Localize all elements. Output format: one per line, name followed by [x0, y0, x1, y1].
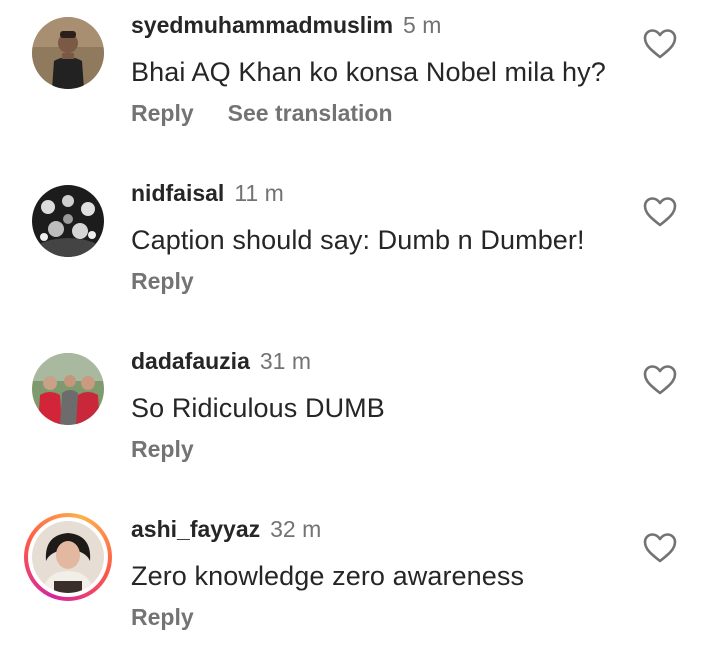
- username[interactable]: dadafauzia: [131, 348, 250, 374]
- heart-outline-icon[interactable]: [642, 28, 678, 60]
- username[interactable]: syedmuhammadmuslim: [131, 12, 393, 38]
- avatar-image: [32, 353, 104, 425]
- comment-actions: Reply: [131, 603, 194, 631]
- timestamp: 32 m: [270, 516, 322, 542]
- avatar[interactable]: [32, 353, 104, 425]
- see-translation-button[interactable]: See translation: [228, 100, 393, 126]
- timestamp: 31 m: [259, 348, 312, 374]
- story-ring[interactable]: [24, 513, 112, 601]
- reply-button[interactable]: Reply: [131, 604, 194, 630]
- comment-item: ashi_fayyaz 32 m Zero knowledge zero awar…: [0, 504, 720, 668]
- comment-header: nidfaisal 11 m: [131, 179, 284, 207]
- avatar-image: [32, 17, 104, 89]
- comment-text: Bhai AQ Khan ko konsa Nobel mila hy?: [131, 57, 606, 87]
- comment-item: nidfaisal 11 m Caption should say: Dumb n…: [0, 168, 720, 336]
- heart-outline-icon[interactable]: [642, 196, 678, 228]
- comment-text: So Ridiculous DUMB: [131, 393, 385, 423]
- comment-text: Zero knowledge zero awareness: [131, 561, 525, 591]
- comment-actions: Reply: [131, 267, 194, 295]
- reply-button[interactable]: Reply: [131, 100, 194, 126]
- avatar[interactable]: [32, 185, 104, 257]
- comment-header: ashi_fayyaz 32 m: [131, 515, 321, 543]
- heart-outline-icon[interactable]: [642, 532, 678, 564]
- timestamp: 5 m: [403, 12, 442, 38]
- comment-actions: Reply: [131, 435, 194, 463]
- timestamp: 11 m: [234, 180, 284, 206]
- avatar-image: [32, 185, 104, 257]
- comment-item: syedmuhammadmuslim 5 m Bhai AQ Khan ko ko…: [0, 0, 720, 168]
- avatar[interactable]: [32, 17, 104, 89]
- comment-header: dadafauzia 31 m: [131, 347, 311, 375]
- username[interactable]: nidfaisal: [131, 180, 224, 206]
- username[interactable]: ashi_fayyaz: [131, 516, 260, 542]
- avatar[interactable]: [32, 521, 104, 593]
- avatar-image: [32, 521, 104, 593]
- reply-button[interactable]: Reply: [131, 268, 194, 294]
- comment-item: dadafauzia 31 m So Ridiculous DUMB Reply: [0, 336, 720, 504]
- comment-actions: Reply See translation: [131, 99, 393, 127]
- reply-button[interactable]: Reply: [131, 436, 194, 462]
- comment-header: syedmuhammadmuslim 5 m: [131, 11, 441, 39]
- heart-outline-icon[interactable]: [642, 364, 678, 396]
- comment-text: Caption should say: Dumb n Dumber!: [131, 225, 585, 255]
